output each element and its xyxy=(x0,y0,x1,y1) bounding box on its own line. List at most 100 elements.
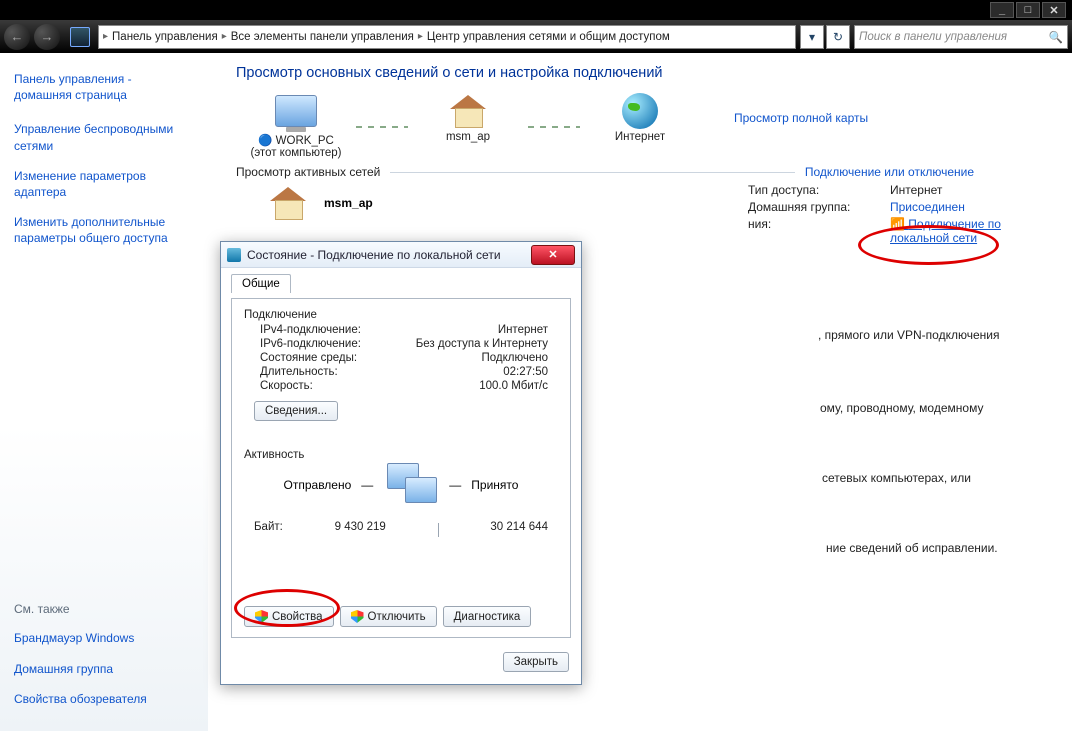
button-label: Отключить xyxy=(368,611,426,623)
two-computers-icon xyxy=(383,463,439,507)
network-icon xyxy=(227,248,241,262)
sidebar-link-sharing[interactable]: Изменить дополнительные параметры общего… xyxy=(14,214,198,246)
lan-connection-link[interactable]: 📶 Подключение по локальной сети xyxy=(890,217,1001,245)
group-activity: Активность xyxy=(244,449,558,461)
kv-value: Подключено xyxy=(482,352,549,364)
nav-back-button[interactable]: ← xyxy=(4,24,30,50)
dialog-tabstrip: Общие xyxy=(221,268,581,298)
kv-value: Без доступа к Интернету xyxy=(416,338,548,350)
bytes-received: 30 214 644 xyxy=(490,521,548,537)
history-dropdown-button[interactable]: ▾ xyxy=(800,25,824,49)
sidebar-link-wireless[interactable]: Управление беспроводными сетями xyxy=(14,121,198,153)
kv-key: Длительность: xyxy=(260,366,338,378)
search-input[interactable]: Поиск в панели управления 🔍 xyxy=(854,25,1068,49)
text-fragment: , прямого или VPN-подключения xyxy=(818,328,999,342)
refresh-button[interactable]: ↻ xyxy=(826,25,850,49)
nav-forward-button[interactable]: → xyxy=(34,24,60,50)
control-panel-icon xyxy=(70,27,90,47)
control-panel-home-link[interactable]: Панель управления - домашняя страница xyxy=(14,71,198,103)
home-network-icon xyxy=(270,187,306,219)
map-node-network[interactable]: msm_ap xyxy=(408,91,528,143)
content-area: Просмотр основных сведений о сети и наст… xyxy=(208,53,1072,731)
divider xyxy=(390,172,795,173)
breadcrumb-item[interactable]: Все элементы панели управления xyxy=(231,31,414,43)
map-connector xyxy=(356,107,408,147)
full-map-link[interactable]: Просмотр полной карты xyxy=(734,111,868,125)
activity-row: Отправлено — — Принято xyxy=(244,463,558,507)
breadcrumb[interactable]: ▸ Панель управления ▸ Все элементы панел… xyxy=(98,25,796,49)
kv-key: Скорость: xyxy=(260,380,313,392)
sidebar: Панель управления - домашняя страница Уп… xyxy=(0,53,208,731)
search-icon[interactable]: 🔍 xyxy=(1049,30,1063,44)
disable-button[interactable]: Отключить xyxy=(340,606,437,627)
link-text: локальной сети xyxy=(890,231,977,245)
sidebar-label: Панель управления - xyxy=(14,72,132,86)
window-close-button[interactable]: ✕ xyxy=(1042,2,1066,18)
globe-icon xyxy=(622,93,658,129)
computer-icon xyxy=(275,95,317,127)
text-fragment: ому, проводному, модемному xyxy=(820,401,983,415)
shield-icon xyxy=(351,610,364,623)
node-label: WORK_PC xyxy=(276,135,334,147)
sidebar-link-firewall[interactable]: Брандмауэр Windows xyxy=(14,630,198,646)
dialog-titlebar[interactable]: Состояние - Подключение по локальной сет… xyxy=(221,242,581,268)
kv-key: ния: xyxy=(748,217,890,245)
map-node-internet[interactable]: Интернет xyxy=(580,91,700,143)
see-also-header: См. также xyxy=(14,602,198,616)
homegroup-link[interactable]: Присоединен xyxy=(890,200,965,214)
map-connector xyxy=(528,107,580,147)
kv-value: 02:27:50 xyxy=(503,366,548,378)
window-minimize-button[interactable]: _ xyxy=(990,2,1014,18)
active-networks-header: Просмотр активных сетей Подключение или … xyxy=(236,165,1072,179)
link-text: Подключение по xyxy=(908,217,1001,231)
text-fragment: ние сведений об исправлении. xyxy=(826,541,998,555)
tab-general[interactable]: Общие xyxy=(231,274,291,293)
chevron-right-icon: ▸ xyxy=(222,31,227,42)
separator: — xyxy=(449,478,461,492)
network-name: msm_ap xyxy=(324,196,373,210)
diagnose-button[interactable]: Диагностика xyxy=(443,606,532,627)
sidebar-link-homegroup[interactable]: Домашняя группа xyxy=(14,661,198,677)
button-label: Свойства xyxy=(272,611,323,623)
kv-key: Домашняя группа: xyxy=(748,200,890,214)
network-details: Тип доступа: Интернет Домашняя группа: П… xyxy=(748,183,1001,248)
subheader-label: Просмотр активных сетей xyxy=(236,165,380,179)
shield-icon xyxy=(255,610,268,623)
breadcrumb-item[interactable]: Панель управления xyxy=(112,31,218,43)
node-sublabel: (этот компьютер) xyxy=(236,147,356,159)
home-network-icon xyxy=(450,95,486,127)
separator: — xyxy=(361,478,373,492)
node-label: Интернет xyxy=(580,131,700,143)
sidebar-link-adapter[interactable]: Изменение параметров адаптера xyxy=(14,168,198,200)
map-node-this-pc[interactable]: 🔵 WORK_PC (этот компьютер) xyxy=(236,91,356,159)
connect-disconnect-link[interactable]: Подключение или отключение xyxy=(805,165,974,179)
group-connection: Подключение xyxy=(244,309,558,321)
close-button[interactable]: Закрыть xyxy=(503,652,569,672)
sidebar-label: домашняя страница xyxy=(14,88,127,102)
kv-key: Тип доступа: xyxy=(748,183,890,197)
kv-value: Интернет xyxy=(890,183,942,197)
details-button[interactable]: Сведения... xyxy=(254,401,338,421)
sent-label: Отправлено xyxy=(284,478,352,492)
node-label: msm_ap xyxy=(408,131,528,143)
navigation-bar: ← → ▸ Панель управления ▸ Все элементы п… xyxy=(0,20,1072,53)
kv-key: Состояние среды: xyxy=(260,352,357,364)
dialog-close-button[interactable]: ✕ xyxy=(531,245,575,265)
received-label: Принято xyxy=(471,478,518,492)
properties-button[interactable]: Свойства xyxy=(244,606,334,627)
connection-status-dialog: Состояние - Подключение по локальной сет… xyxy=(220,241,582,685)
breadcrumb-item[interactable]: Центр управления сетями и общим доступом xyxy=(427,31,670,43)
text-fragment: сетевых компьютерах, или xyxy=(822,471,971,485)
bytes-label: Байт: xyxy=(254,521,283,537)
chevron-right-icon: ▸ xyxy=(103,31,108,42)
window-titlebar: _ □ ✕ xyxy=(0,0,1072,20)
sidebar-link-internet-options[interactable]: Свойства обозревателя xyxy=(14,691,198,707)
window-maximize-button[interactable]: □ xyxy=(1016,2,1040,18)
search-placeholder: Поиск в панели управления xyxy=(859,31,1007,43)
kv-key: IPv4-подключение: xyxy=(260,324,361,336)
dialog-body: Подключение IPv4-подключение: Интернет IP… xyxy=(231,298,571,638)
kv-key: IPv6-подключение: xyxy=(260,338,361,350)
kv-value: Интернет xyxy=(498,324,548,336)
bytes-row: Байт: 9 430 219 30 214 644 xyxy=(244,507,558,537)
dialog-action-buttons: Свойства Отключить Диагностика xyxy=(244,606,531,627)
